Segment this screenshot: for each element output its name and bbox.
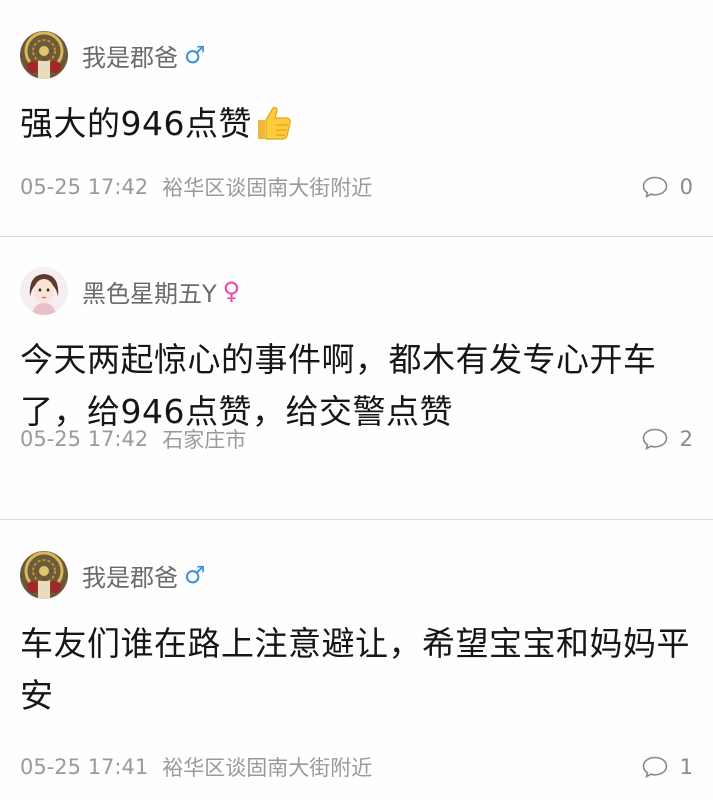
location: 裕华区谈固南大街附近: [162, 176, 373, 200]
male-icon: ♂: [184, 41, 206, 69]
location: 裕华区谈固南大街附近: [162, 756, 373, 780]
thumbs-up-icon: [254, 104, 292, 156]
comment-text: 强大的946点赞: [20, 98, 693, 156]
female-icon: ♀: [222, 277, 241, 305]
username[interactable]: 黑色星期五Y: [82, 274, 217, 309]
comment-meta: 05-25 17:42 裕华区谈固南大街附近 0: [20, 172, 693, 202]
username[interactable]: 我是郡爸: [82, 558, 178, 593]
comment-header: 黑色星期五Y ♀: [20, 266, 693, 316]
comment-bubble-icon: [642, 756, 667, 778]
comment-meta: 05-25 17:41 裕华区谈固南大街附近 1: [20, 752, 693, 782]
comment-meta: 05-25 17:42 石家庄市 2: [20, 424, 693, 454]
comment-bubble-icon: [642, 176, 667, 198]
comment-item: 我是郡爸 ♂ 车友们谁在路上注意避让，希望宝宝和妈妈平安 05-25 17:41…: [0, 520, 713, 800]
comment-text-content: 强大的946点赞: [20, 104, 252, 143]
reply-count: 0: [679, 175, 693, 199]
avatar[interactable]: [20, 267, 68, 315]
reply-button[interactable]: 2: [642, 427, 693, 451]
comment-text: 车友们谁在路上注意避让，希望宝宝和妈妈平安: [20, 624, 690, 715]
avatar[interactable]: [20, 551, 68, 599]
comment-item: 我是郡爸 ♂ 强大的946点赞 05-25 17:42 裕华区谈固南大街附近 0: [0, 0, 713, 237]
reply-count: 1: [679, 755, 693, 779]
reply-count: 2: [679, 427, 693, 451]
comment-header: 我是郡爸 ♂: [20, 30, 693, 80]
comment-bubble-icon: [642, 428, 667, 450]
username[interactable]: 我是郡爸: [82, 38, 178, 73]
location: 石家庄市: [162, 428, 247, 452]
comment-header: 我是郡爸 ♂: [20, 550, 693, 600]
reply-button[interactable]: 0: [642, 175, 693, 199]
timestamp: 05-25 17:42: [20, 175, 149, 199]
comment-item: 黑色星期五Y ♀ 今天两起惊心的事件啊，都木有发专心开车了，给946点赞，给交警…: [0, 237, 713, 520]
reply-button[interactable]: 1: [642, 755, 693, 779]
timestamp: 05-25 17:42: [20, 427, 149, 451]
comment-text: 今天两起惊心的事件啊，都木有发专心开车了，给946点赞，给交警点赞: [20, 340, 657, 431]
avatar[interactable]: [20, 31, 68, 79]
timestamp: 05-25 17:41: [20, 755, 149, 779]
male-icon: ♂: [184, 561, 206, 589]
